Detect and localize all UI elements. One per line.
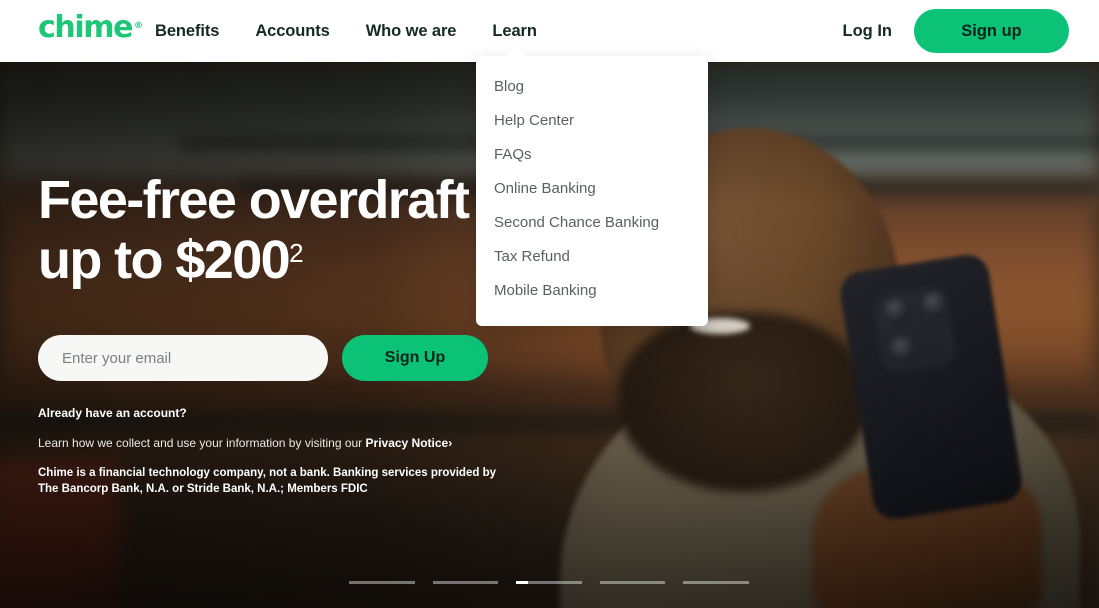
email-input[interactable] — [38, 335, 328, 381]
carousel-indicators — [349, 581, 749, 584]
log-in-link[interactable]: Log In — [843, 22, 892, 41]
privacy-notice-prefix: Learn how we collect and use your inform… — [38, 436, 366, 450]
logo-wordmark: chime — [38, 10, 133, 45]
headline-line-2-text: up to $200 — [38, 230, 291, 291]
headline-footnote-marker: 2 — [289, 238, 304, 269]
email-signup-form: Sign Up — [38, 335, 488, 381]
chime-landing-page: chime ® Benefits Accounts Who we are Lea… — [0, 0, 1099, 608]
already-have-account-link[interactable]: Already have an account? — [38, 406, 187, 420]
carousel-indicator-3[interactable] — [516, 581, 582, 584]
dropdown-item-faqs[interactable]: FAQs — [476, 138, 708, 172]
hero-sign-up-button[interactable]: Sign Up — [342, 335, 488, 381]
nav-item-who-we-are[interactable]: Who we are — [366, 0, 457, 62]
carousel-progress-fill — [516, 581, 528, 584]
sign-up-button[interactable]: Sign up — [914, 9, 1069, 53]
dropdown-item-mobile-banking[interactable]: Mobile Banking — [476, 274, 708, 308]
dropdown-item-help-center[interactable]: Help Center — [476, 104, 708, 138]
header-actions: Log In Sign up — [843, 0, 1069, 62]
dropdown-item-second-chance-banking[interactable]: Second Chance Banking — [476, 206, 708, 240]
nav-item-benefits[interactable]: Benefits — [155, 0, 219, 62]
dropdown-item-blog[interactable]: Blog — [476, 70, 708, 104]
site-header: chime ® Benefits Accounts Who we are Lea… — [0, 0, 1099, 62]
dropdown-item-tax-refund[interactable]: Tax Refund — [476, 240, 708, 274]
carousel-indicator-5[interactable] — [683, 581, 749, 584]
chime-logo[interactable]: chime ® — [38, 13, 143, 43]
registered-trademark-icon: ® — [134, 21, 143, 31]
carousel-indicator-4[interactable] — [599, 581, 666, 584]
bank-disclaimer: Chime is a financial technology company,… — [38, 467, 496, 495]
carousel-indicator-2[interactable] — [432, 581, 499, 584]
primary-navigation: Benefits Accounts Who we are Learn — [155, 0, 537, 62]
carousel-indicator-1[interactable] — [349, 581, 415, 584]
privacy-notice-link[interactable]: Privacy Notice — [366, 436, 449, 450]
privacy-notice-line: Learn how we collect and use your inform… — [38, 436, 452, 450]
learn-dropdown-menu: Blog Help Center FAQs Online Banking Sec… — [476, 47, 708, 326]
chevron-right-icon: › — [448, 436, 453, 450]
nav-item-accounts[interactable]: Accounts — [255, 0, 329, 62]
dropdown-item-online-banking[interactable]: Online Banking — [476, 172, 708, 206]
